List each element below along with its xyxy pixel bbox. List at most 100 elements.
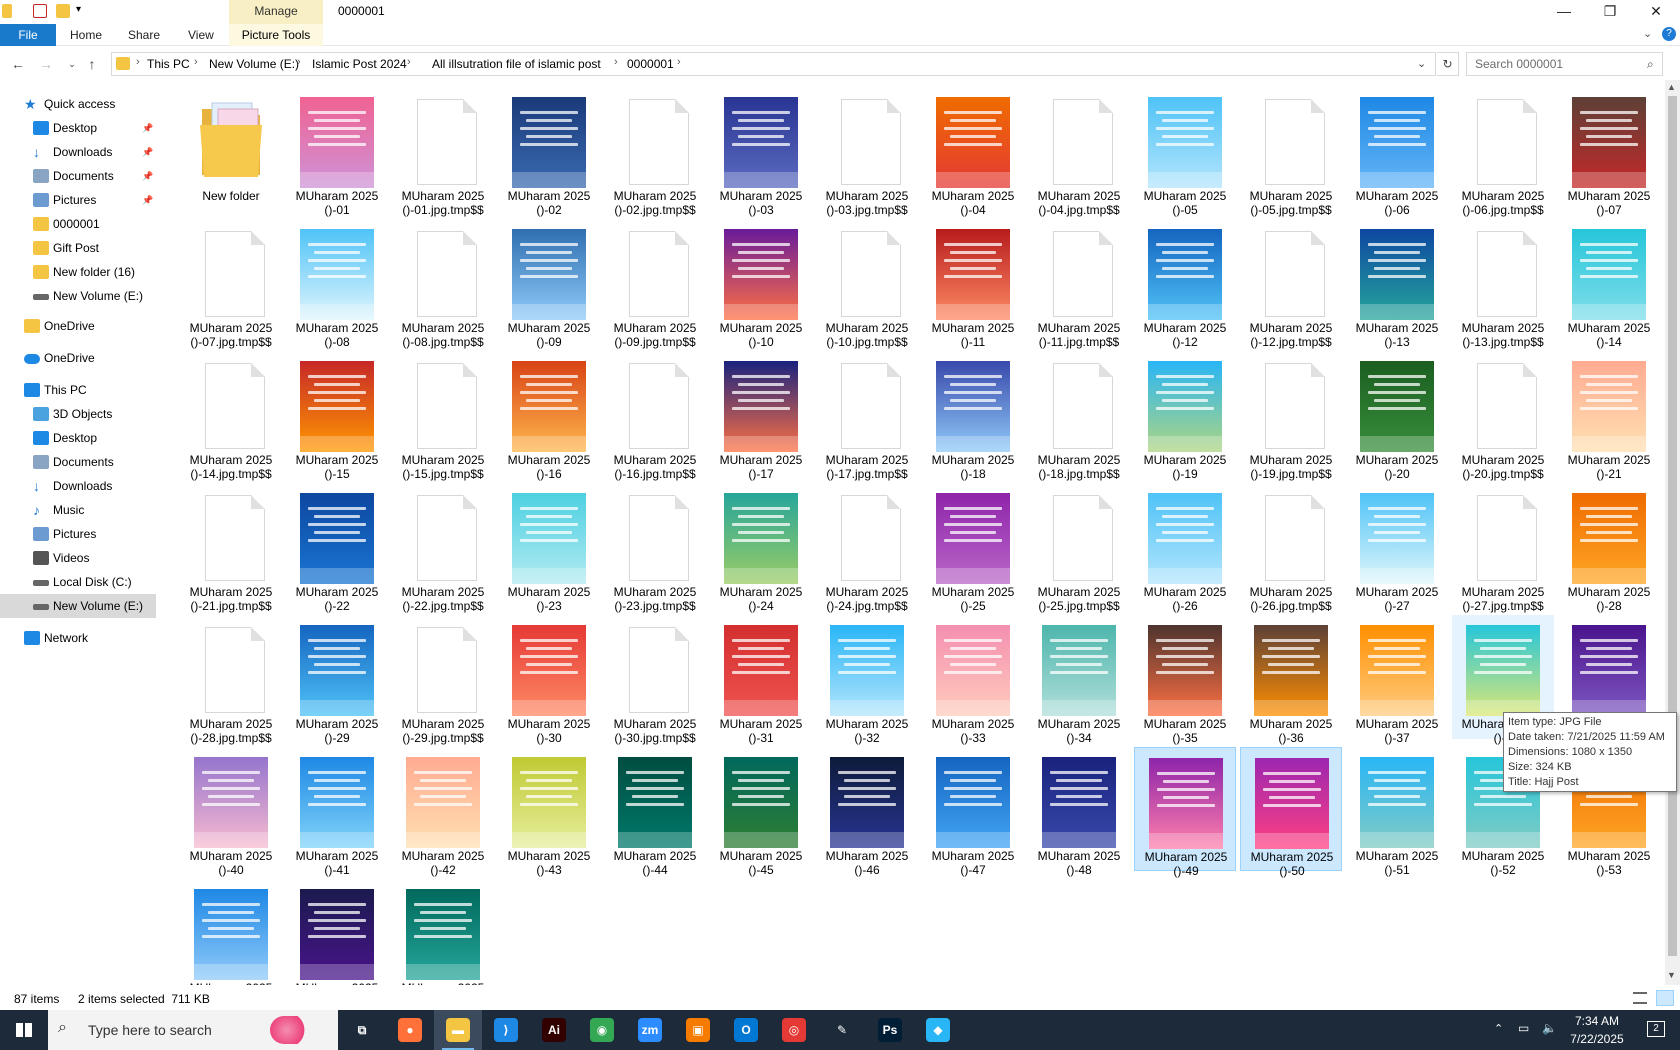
tab-picture-tools[interactable]: Picture Tools: [229, 24, 323, 46]
file-item[interactable]: MUharam 2025 ()-28.jpg.tmp$$: [180, 615, 282, 745]
file-item[interactable]: MUharam 2025 ()-30.jpg.tmp$$: [604, 615, 706, 745]
details-view-icon[interactable]: [1633, 992, 1647, 1004]
file-item[interactable]: MUharam 2025 ()-49: [1134, 747, 1236, 878]
up-arrow-icon[interactable]: ↑: [82, 54, 102, 74]
file-item[interactable]: MUharam 2025 ()-41: [286, 747, 388, 877]
scroll-down-icon[interactable]: ▼: [1667, 970, 1676, 980]
nav-item-onedrive[interactable]: OneDrive: [0, 346, 156, 370]
nav-item-local-disk-c[interactable]: Local Disk (C:): [0, 570, 156, 594]
search-highlight-icon[interactable]: [270, 1016, 312, 1044]
close-button[interactable]: ✕: [1633, 0, 1679, 24]
file-item[interactable]: MUharam 2025 ()-22.jpg.tmp$$: [392, 483, 494, 613]
file-item[interactable]: MUharam 2025 ()-04.jpg.tmp$$: [1028, 87, 1130, 217]
file-item[interactable]: MUharam 2025 ()-10: [710, 219, 812, 349]
file-item[interactable]: MUharam 2025 ()-25.jpg.tmp$$: [1028, 483, 1130, 613]
file-item[interactable]: MUharam 2025 ()-22: [286, 483, 388, 613]
file-item[interactable]: MUharam 2025 ()-19.jpg.tmp$$: [1240, 351, 1342, 481]
nav-item-network[interactable]: Network: [0, 626, 156, 650]
file-item[interactable]: MUharam 2025 ()-19: [1134, 351, 1236, 481]
taskbar-app-orange[interactable]: ▣: [674, 1010, 722, 1050]
file-item[interactable]: MUharam 2025 ()-26.jpg.tmp$$: [1240, 483, 1342, 613]
file-item[interactable]: MUharam 2025 ()-12.jpg.tmp$$: [1240, 219, 1342, 349]
maximize-button[interactable]: ❐: [1587, 0, 1633, 24]
file-item[interactable]: MUharam 2025 ()-44: [604, 747, 706, 877]
nav-item-documents[interactable]: Documents: [0, 450, 156, 474]
file-item[interactable]: MUharam 2025 ()-21: [1558, 351, 1660, 481]
file-item[interactable]: MUharam 2025 ()-24: [710, 483, 812, 613]
file-item[interactable]: MUharam 2025 ()-25: [922, 483, 1024, 613]
help-icon[interactable]: ?: [1662, 27, 1676, 41]
file-item[interactable]: MUharam 2025 ()-28: [1558, 483, 1660, 613]
breadcrumb-current-folder[interactable]: 0000001: [627, 57, 674, 71]
file-item[interactable]: MUharam 2025 ()-08.jpg.tmp$$: [392, 219, 494, 349]
address-bar[interactable]: › This PC › New Volume (E:) › Islamic Po…: [111, 52, 1436, 76]
file-item[interactable]: MUharam 2025 ()-14.jpg.tmp$$: [180, 351, 282, 481]
large-icons-view-icon[interactable]: [1656, 990, 1674, 1006]
nav-item-new-volume-e[interactable]: New Volume (E:): [0, 594, 156, 618]
file-item[interactable]: MUharam 2025 ()-04: [922, 87, 1024, 217]
taskbar-illustrator[interactable]: Ai: [530, 1010, 578, 1050]
taskbar-app-cube[interactable]: ◆: [914, 1010, 962, 1050]
start-button[interactable]: [0, 1010, 48, 1050]
taskbar-search-box[interactable]: ⌕ Type here to search: [48, 1010, 338, 1050]
file-item[interactable]: MUharam 2025 ()-05: [1134, 87, 1236, 217]
file-item[interactable]: MUharam 2025 ()-27: [1346, 483, 1448, 613]
file-item[interactable]: MUharam 2025 ()-11.jpg.tmp$$: [1028, 219, 1130, 349]
nav-item-new-folder-16[interactable]: New folder (16): [0, 260, 156, 284]
file-item[interactable]: MUharam 2025 ()-02: [498, 87, 600, 217]
file-item[interactable]: MUharam 2025 ()-13: [1346, 219, 1448, 349]
clock[interactable]: 7:34 AM 7/22/2025: [1562, 1012, 1632, 1048]
volume-icon[interactable]: 🔈: [1542, 1021, 1557, 1035]
file-item[interactable]: MUharam 2025 ()-17.jpg.tmp$$: [816, 351, 918, 481]
file-item[interactable]: MUharam 2025 ()-20.jpg.tmp$$: [1452, 351, 1554, 481]
file-item[interactable]: MUharam 2025 ()-14: [1558, 219, 1660, 349]
nav-item-desktop[interactable]: Desktop: [0, 426, 156, 450]
taskbar-creative-cloud[interactable]: ◎: [770, 1010, 818, 1050]
file-item[interactable]: MUharam 2025 ()-17: [710, 351, 812, 481]
nav-item-3d-objects[interactable]: 3D Objects: [0, 402, 156, 426]
file-item[interactable]: MUharam 2025 ()-15.jpg.tmp$$: [392, 351, 494, 481]
scroll-up-icon[interactable]: ▲: [1667, 82, 1676, 92]
file-item[interactable]: MUharam 2025 ()-03.jpg.tmp$$: [816, 87, 918, 217]
taskbar-zoom[interactable]: zm: [626, 1010, 674, 1050]
file-item[interactable]: MUharam 2025 ()-36: [1240, 615, 1342, 745]
nav-item-videos[interactable]: Videos: [0, 546, 156, 570]
expand-ribbon-icon[interactable]: ⌄: [1643, 27, 1652, 40]
address-dropdown-icon[interactable]: ⌄: [1417, 57, 1426, 70]
file-item[interactable]: MUharam 2025 ()-40: [180, 747, 282, 877]
nav-item-pictures[interactable]: Pictures: [0, 522, 156, 546]
taskbar-task-view[interactable]: ⧉: [338, 1010, 386, 1050]
file-item[interactable]: MUharam 2025 ()-27.jpg.tmp$$: [1452, 483, 1554, 613]
scrollbar-thumb[interactable]: [1668, 96, 1677, 956]
tab-file[interactable]: File: [0, 24, 56, 46]
file-item[interactable]: MUharam 2025 ()-45: [710, 747, 812, 877]
tab-view[interactable]: View: [188, 24, 214, 46]
nav-item-downloads[interactable]: ↓ Downloads: [0, 474, 156, 498]
nav-item-gift-post[interactable]: Gift Post: [0, 236, 156, 260]
file-item[interactable]: MUharam 2025 ()-01.jpg.tmp$$: [392, 87, 494, 217]
taskbar-outlook[interactable]: O: [722, 1010, 770, 1050]
file-item[interactable]: MUharam 2025 ()-21.jpg.tmp$$: [180, 483, 282, 613]
file-item[interactable]: MUharam 2025 ()-07.jpg.tmp$$: [180, 219, 282, 349]
file-item[interactable]: MUharam 2025 ()-12: [1134, 219, 1236, 349]
file-item[interactable]: MUharam 2025 ()-07: [1558, 87, 1660, 217]
file-item[interactable]: MUharam 2025 ()-37: [1346, 615, 1448, 745]
file-item[interactable]: MUharam 2025: [286, 879, 388, 985]
tab-share[interactable]: Share: [128, 24, 160, 46]
file-item[interactable]: MUharam 2025 ()-47: [922, 747, 1024, 877]
file-item[interactable]: MUharam 2025 ()-24.jpg.tmp$$: [816, 483, 918, 613]
file-item[interactable]: MUharam 2025 ()-31: [710, 615, 812, 745]
new-folder-icon[interactable]: [56, 4, 70, 18]
forward-arrow-icon[interactable]: →: [36, 54, 56, 74]
breadcrumb-new-volume[interactable]: New Volume (E:): [209, 57, 299, 71]
nav-item-documents[interactable]: Documents 📌: [0, 164, 156, 188]
file-item[interactable]: MUharam 2025 ()-16: [498, 351, 600, 481]
taskbar-firefox[interactable]: ●: [386, 1010, 434, 1050]
taskbar-chrome[interactable]: ◉: [578, 1010, 626, 1050]
file-item[interactable]: MUharam 2025 ()-01: [286, 87, 388, 217]
file-item[interactable]: MUharam 2025 ()-09: [498, 219, 600, 349]
file-item[interactable]: MUharam 2025 ()-34: [1028, 615, 1130, 745]
nav-item-pictures[interactable]: Pictures 📌: [0, 188, 156, 212]
search-input[interactable]: Search 0000001 ⌕: [1466, 52, 1663, 76]
taskbar-vscode[interactable]: ⟩: [482, 1010, 530, 1050]
